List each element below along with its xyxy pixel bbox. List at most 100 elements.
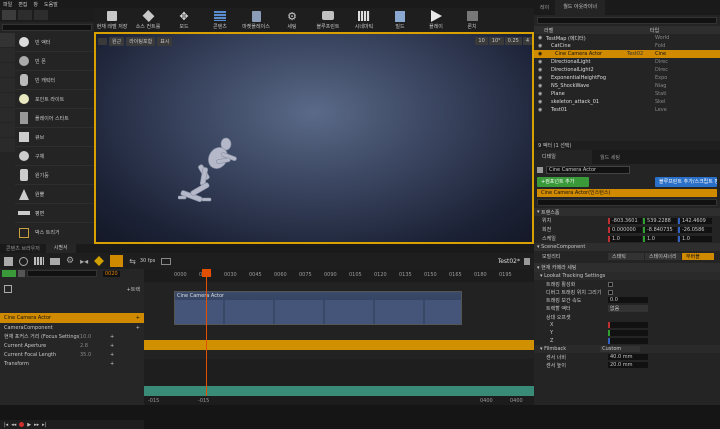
settings-icon[interactable]: ⚙ (66, 256, 74, 266)
details-search-input[interactable] (537, 199, 717, 206)
location-y-field[interactable]: 539.2288 (643, 217, 677, 224)
lit-button[interactable]: 라이팅포함 (126, 36, 156, 46)
scale-x-field[interactable]: 1.0 (608, 235, 642, 242)
tab-details[interactable]: 디테일 (534, 150, 592, 164)
checkbox[interactable] (608, 289, 613, 295)
component-track[interactable]: CameraComponent + (0, 323, 144, 332)
toolbar-button[interactable]: 블루프린트 (310, 10, 346, 30)
filter-icon[interactable] (18, 270, 25, 277)
view-range-start[interactable]: -015 (148, 398, 198, 404)
checkbox[interactable] (608, 281, 613, 287)
property-track[interactable]: Transform + (0, 359, 144, 368)
step-forward-icon[interactable]: ▸▸ (34, 422, 39, 428)
jump-start-icon[interactable]: |◂ (4, 422, 8, 428)
actor-to-track-dropdown[interactable]: 없음 (608, 305, 648, 312)
outliner-row[interactable]: ◉ NS_ShockWave Niag (534, 82, 720, 90)
auto-key-icon[interactable]: ⇆ (129, 257, 136, 266)
offset-x-field[interactable] (608, 322, 648, 328)
location-z-field[interactable]: 142.4609 (678, 217, 712, 224)
rotation-x-field[interactable]: 0.000000 (608, 226, 642, 233)
place-cat-basic[interactable] (0, 48, 15, 62)
landscape-mode-icon[interactable] (34, 10, 48, 20)
toolbar-button[interactable]: 론치 (454, 10, 490, 30)
place-cat-vfx[interactable] (0, 93, 15, 107)
add-track-button[interactable] (2, 270, 16, 277)
place-cat-cinematic[interactable] (0, 78, 15, 92)
toolbar-button[interactable]: 소스 컨트롤 (130, 9, 166, 30)
offset-z-field[interactable] (608, 338, 648, 344)
record-icon[interactable] (19, 422, 25, 427)
render-movie-icon[interactable] (34, 257, 44, 265)
location-x-field[interactable]: -803.3601 (608, 217, 642, 224)
toolbar-button[interactable]: 빌드 (382, 10, 418, 30)
level-viewport[interactable]: 원근 라이팅포함 표시 10 10° 0.25 4 (94, 32, 534, 244)
mobility-movable[interactable]: 무버블 (682, 252, 714, 260)
paint-mode-icon[interactable] (18, 10, 32, 20)
play-range-icon[interactable] (161, 257, 172, 265)
place-item[interactable]: 빈 액터 (15, 33, 94, 52)
toolbar-button[interactable]: ✥ 모드 (166, 10, 202, 30)
menu-edit[interactable]: 편집 (18, 1, 27, 8)
toolbar-button[interactable]: ⚙ 세팅 (274, 10, 310, 30)
snap-toggle-button[interactable] (110, 255, 124, 267)
outliner-row[interactable]: ◉ DirectionalLight Direc (534, 58, 720, 66)
place-cat-recent[interactable] (0, 33, 15, 47)
place-cat-all[interactable] (0, 138, 15, 152)
outliner-row-selected[interactable]: ◉ Cine Camera Actor Test02 Cine (534, 50, 720, 58)
actor-track[interactable]: Cine Camera Actor + (0, 313, 144, 323)
work-range-end[interactable]: 0400 (480, 398, 510, 404)
place-cat-volumes[interactable] (0, 123, 15, 137)
place-mode-icon[interactable] (2, 10, 16, 20)
outliner-row[interactable]: ◉ TestMap (에디터) World (534, 34, 720, 42)
transform-track-bar[interactable] (144, 386, 534, 396)
show-button[interactable]: 표시 (157, 36, 173, 46)
component-root-row[interactable]: Cine Camera Actor(인스턴스) (537, 189, 717, 197)
add-key-button[interactable]: + (110, 334, 114, 340)
filmback-preset-dropdown[interactable]: Custom (600, 346, 641, 352)
place-search-input[interactable] (2, 24, 92, 31)
place-item[interactable]: 박스 트리거 (15, 223, 94, 242)
frame-rate-dropdown[interactable]: 30 fps (140, 258, 156, 264)
scale-z-field[interactable]: 1.0 (678, 235, 712, 242)
add-actor-subtrack-button[interactable]: + (136, 315, 140, 321)
tab-sequencer[interactable]: 시퀀서 (45, 244, 76, 253)
perspective-button[interactable]: 원근 (109, 36, 125, 46)
mobility-stationary[interactable]: 스테이셔너리 (645, 252, 681, 260)
mobility-static[interactable]: 스태틱 (608, 252, 644, 260)
add-camera-cut-button[interactable]: +트랙 (127, 286, 140, 293)
tab-world-settings[interactable]: 월드 세팅 (592, 154, 628, 161)
menu-file[interactable]: 파일 (3, 1, 12, 8)
toolbar-button[interactable]: 플레이 (418, 10, 454, 30)
sequencer-timeline[interactable]: 0000 0015 0030 0045 0060 0075 0090 0105 … (144, 269, 534, 405)
place-item[interactable]: 평면 (15, 204, 94, 223)
place-item[interactable]: 빈 캐릭터 (15, 71, 94, 90)
camera-cut-track[interactable]: +트랙 (0, 282, 144, 296)
place-item[interactable]: 큐브 (15, 128, 94, 147)
place-cat-lights[interactable] (0, 63, 15, 77)
outliner-row[interactable]: ◉ skeleton_attack_01 Skel (534, 98, 720, 106)
toolbar-button[interactable]: 현재 레벨 저장 (94, 10, 130, 30)
place-item[interactable]: 원기둥 (15, 166, 94, 185)
menu-help[interactable]: 도움말 (44, 1, 58, 8)
outliner-search-input[interactable] (537, 17, 717, 24)
place-item[interactable]: 플레이어 스타트 (15, 109, 94, 128)
outliner-type-header[interactable]: 타입 (650, 27, 659, 34)
lock-icon[interactable] (524, 257, 530, 265)
grid-snap-value[interactable]: 10 (475, 37, 488, 45)
place-item[interactable]: 원뿔 (15, 185, 94, 204)
toolbar-button[interactable]: 마켓플레이스 (238, 10, 274, 30)
interp-speed-field[interactable]: 0.0 (608, 297, 648, 303)
property-track[interactable]: Current Focal Length 35.0 + (0, 350, 144, 359)
camera-settings-header[interactable]: ▾ 현재 카메라 세팅 (534, 263, 720, 272)
save-icon[interactable] (4, 256, 13, 266)
place-cat-geometry[interactable] (0, 108, 15, 122)
viewport-options-button[interactable] (98, 37, 107, 45)
outliner-row[interactable]: ◉ CatCine Fold (534, 42, 720, 50)
add-key-button[interactable]: + (110, 343, 114, 349)
actor-track-bar[interactable] (144, 340, 534, 350)
jump-end-icon[interactable]: ▸| (42, 422, 46, 428)
playhead-handle[interactable] (202, 269, 211, 277)
outliner-row[interactable]: ◉ Plane Stati (534, 90, 720, 98)
add-component-button[interactable]: +컴포넌트 추가 (537, 176, 589, 187)
tab-world-outliner[interactable]: 월드 아웃라이너 (555, 0, 605, 15)
